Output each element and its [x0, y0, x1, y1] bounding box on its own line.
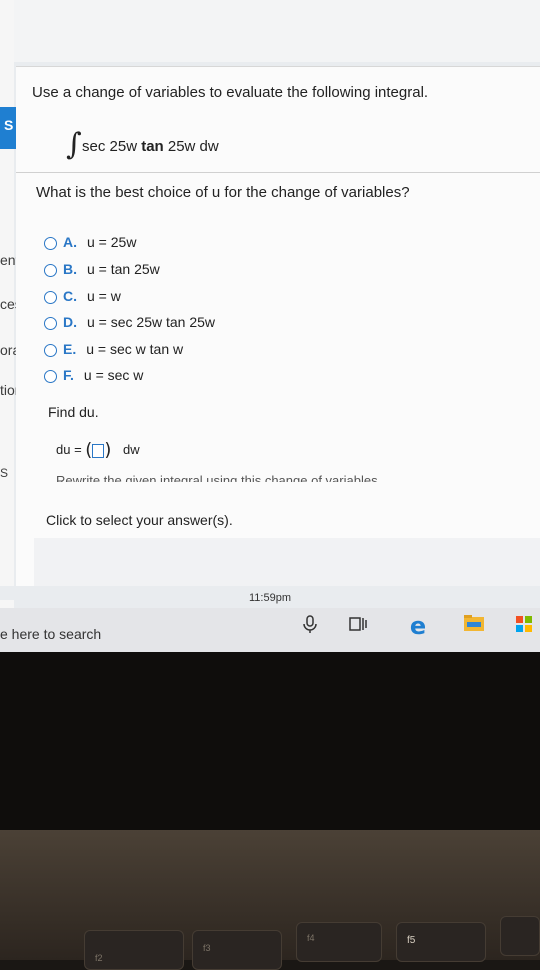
close-paren: )	[104, 439, 112, 461]
taskbar-search-box[interactable]: e here to search	[0, 626, 101, 642]
key-label: f5	[407, 935, 416, 946]
cut-off-text: Rewrite the given integral using this ch…	[56, 474, 378, 482]
integrand-bold: tan	[141, 138, 164, 155]
question-prompt: Use a change of variables to evaluate th…	[32, 84, 429, 101]
radio-icon[interactable]	[44, 236, 57, 250]
key-label: f4	[307, 933, 315, 943]
store-icon[interactable]	[512, 614, 536, 638]
sub-prompt: What is the best choice of u for the cha…	[36, 184, 410, 201]
cut-off-text-container: Rewrite the given integral using this ch…	[56, 474, 450, 482]
option-d[interactable]: D. u = sec 25w tan 25w	[44, 312, 215, 332]
open-paren: (	[85, 439, 93, 461]
option-letter: A.	[63, 234, 77, 250]
option-text: u = sec 25w tan 25w	[87, 314, 216, 330]
option-letter: E.	[63, 341, 77, 357]
top-strip	[12, 0, 540, 62]
key-label: f2	[95, 953, 103, 963]
f4-key: f4	[296, 922, 382, 962]
function-key	[500, 916, 540, 956]
radio-icon[interactable]	[44, 290, 57, 304]
option-b[interactable]: B. u = tan 25w	[44, 259, 160, 279]
option-text: u = 25w	[87, 234, 137, 250]
du-answer-box[interactable]	[92, 443, 105, 458]
instruction-text: Click to select your answer(s).	[46, 512, 233, 528]
option-letter: F.	[63, 367, 74, 383]
option-a[interactable]: A. u = 25w	[44, 232, 136, 252]
key-label: f3	[203, 943, 211, 953]
find-du-label: Find du.	[48, 404, 99, 420]
option-text: u = sec w	[83, 367, 144, 383]
option-text: u = w	[87, 288, 121, 304]
du-suffix: dw	[122, 442, 140, 457]
f5-key: f5	[396, 922, 486, 962]
option-text: u = tan 25w	[87, 261, 160, 277]
f3-key: f3	[192, 930, 282, 970]
radio-icon[interactable]	[44, 263, 57, 277]
option-f[interactable]: F. u = sec w	[44, 365, 143, 385]
option-c[interactable]: C. u = w	[44, 286, 121, 306]
integrand: sec 25w tan 25w dw	[82, 138, 219, 155]
clock: 11:59pm	[249, 592, 291, 604]
radio-icon[interactable]	[44, 369, 57, 383]
file-explorer-icon[interactable]	[462, 614, 486, 638]
f2-key: f2	[84, 930, 184, 970]
radio-icon[interactable]	[44, 316, 57, 330]
microphone-icon[interactable]	[298, 614, 322, 638]
option-letter: B.	[63, 261, 77, 277]
integrand-suffix: 25w dw	[163, 138, 219, 155]
answer-panel	[34, 538, 540, 586]
divider	[16, 172, 540, 173]
integral-sign: ∫	[66, 127, 82, 162]
du-label: du =	[56, 442, 82, 457]
edge-icon[interactable]: e	[406, 614, 430, 638]
option-letter: D.	[63, 314, 77, 330]
du-answer-row: du = () dw	[56, 440, 140, 460]
task-view-icon[interactable]	[346, 614, 370, 638]
integrand-prefix: sec 25w	[82, 138, 142, 155]
option-text: u = sec w tan w	[86, 341, 184, 357]
option-e[interactable]: E. u = sec w tan w	[44, 339, 183, 359]
option-letter: C.	[63, 288, 77, 304]
radio-icon[interactable]	[44, 343, 57, 357]
sidebar-partial-label[interactable]: S	[0, 466, 8, 480]
laptop-bezel	[0, 652, 540, 830]
